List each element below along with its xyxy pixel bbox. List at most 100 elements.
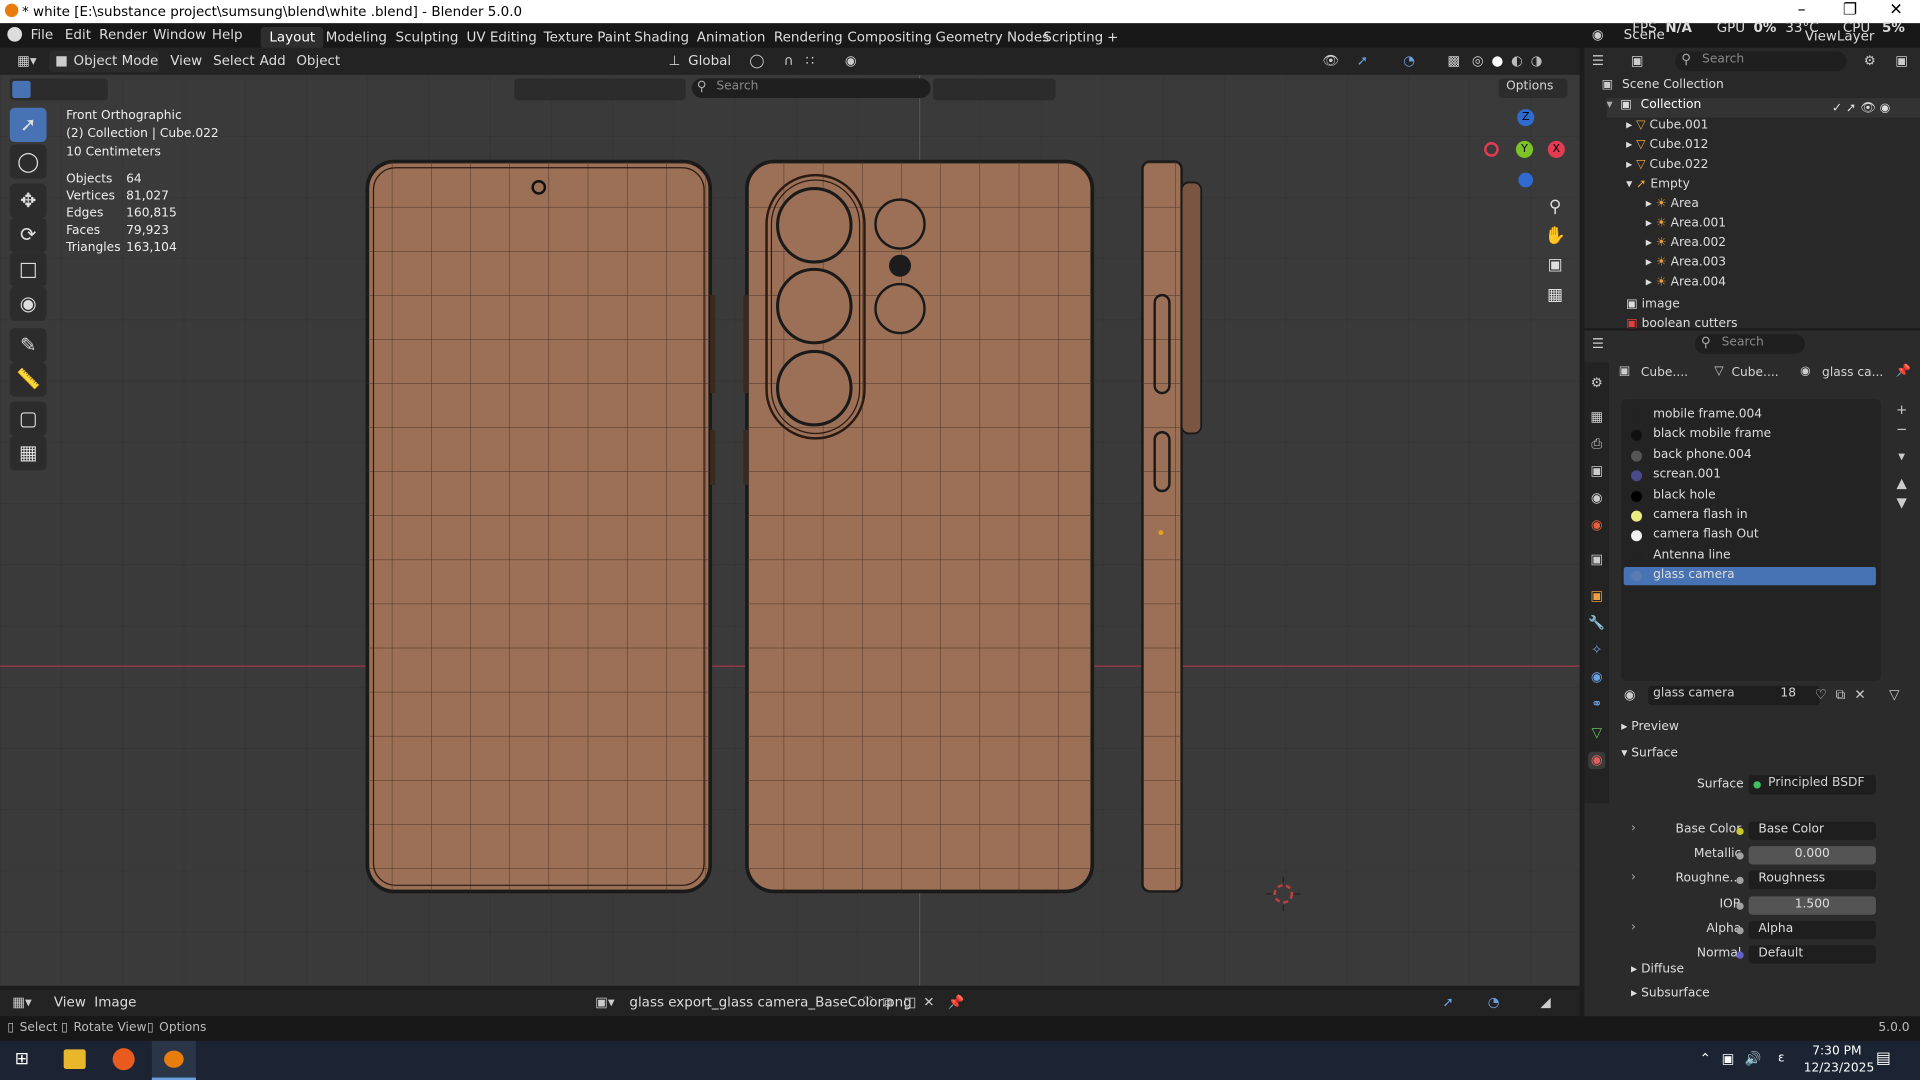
shading-material-icon[interactable]: ◐ — [1511, 53, 1523, 69]
cursor-tool-icon[interactable]: ◯ — [9, 144, 47, 179]
material-tab-icon[interactable]: ◉ — [1588, 751, 1606, 769]
material-name-field[interactable]: glass camera 18 — [1648, 685, 1820, 706]
visibility-eye-icon[interactable]: ✓ ➚ 👁 ◉ — [1832, 102, 1890, 115]
measure-tool-icon[interactable]: 📏 — [9, 362, 47, 397]
move-slot-up-icon[interactable]: ▲ — [1893, 475, 1910, 492]
move-slot-down-icon[interactable]: ▼ — [1893, 495, 1910, 512]
select-mode-group[interactable] — [9, 78, 108, 101]
transform-orientation[interactable]: Global — [688, 53, 731, 69]
pin-properties-icon[interactable]: 📌 — [1896, 365, 1911, 378]
tab-sculpting[interactable]: Sculpting — [387, 27, 467, 49]
tab-modeling[interactable]: Modeling — [317, 27, 395, 49]
image-gizmo-icon[interactable]: ➚ — [1442, 994, 1453, 1010]
xray-icon[interactable]: ▩ — [1447, 53, 1460, 69]
surface-shader-field[interactable]: Principled BSDF — [1748, 775, 1876, 795]
pivot-icon[interactable]: ◯ — [749, 53, 764, 69]
gizmo-x-axis[interactable]: X — [1547, 140, 1565, 158]
snap-icon[interactable]: ∩ — [784, 53, 794, 69]
tab-uv-editing[interactable]: UV Editing — [458, 27, 545, 49]
material-slot[interactable]: camera flash in — [1624, 507, 1876, 525]
scene-collection-row[interactable]: ▣ Scene Collection — [1602, 78, 1920, 98]
gizmo-y-axis[interactable]: Y — [1515, 140, 1534, 158]
material-slot[interactable]: screan.001 — [1624, 467, 1876, 485]
ortho-toggle-icon[interactable]: ▦ — [1543, 285, 1567, 309]
visibility-icon[interactable]: 👁 — [1322, 53, 1339, 69]
select-menu[interactable]: Select — [213, 53, 255, 69]
firefox-icon[interactable] — [112, 1048, 135, 1071]
scene-tab-icon[interactable]: ◉ — [1588, 490, 1605, 507]
image-overlay-icon[interactable]: ◔ — [1488, 994, 1500, 1010]
gizmo-neg-x[interactable] — [1484, 142, 1499, 157]
clock-time[interactable]: 7:30 PM — [1812, 1044, 1861, 1057]
unlink-image-icon[interactable]: ✕ — [923, 994, 934, 1010]
viewport-filter-group-2[interactable] — [933, 78, 1056, 101]
image-menu[interactable]: Image — [94, 994, 136, 1010]
expand-input-icon[interactable]: › — [1631, 921, 1636, 934]
windows-start-icon[interactable]: ⊞ — [15, 1051, 32, 1068]
overlay-toggle-icon[interactable]: ◔ — [1403, 53, 1415, 69]
render-tab-icon[interactable]: ▦ — [1588, 409, 1605, 426]
select-box-icon[interactable] — [12, 80, 31, 98]
file-explorer-icon[interactable] — [63, 1049, 86, 1069]
view-layer-tab-icon[interactable]: ▣ — [1588, 463, 1605, 480]
shading-solid-icon[interactable]: ● — [1491, 53, 1503, 69]
minimize-button[interactable]: – — [1798, 1, 1806, 19]
options-button[interactable]: Options — [1498, 78, 1568, 98]
material-browse-icon[interactable]: ◉ — [1621, 687, 1638, 704]
editor-type-icon[interactable]: ▦▾ — [17, 53, 36, 69]
image-view-menu[interactable]: View — [54, 994, 86, 1010]
select-tool-icon[interactable]: ➚ — [9, 107, 47, 143]
material-fake-user-icon[interactable]: ♡ — [1812, 687, 1829, 704]
particles-tab-icon[interactable]: ✧ — [1588, 642, 1605, 659]
maximize-button[interactable]: ❐ — [1843, 1, 1857, 19]
shader-input-link-field[interactable]: Base Color — [1736, 821, 1876, 841]
annotate-tool-icon[interactable]: ✎ — [9, 328, 47, 363]
menu-help[interactable]: Help — [212, 27, 243, 43]
data-tab-icon[interactable]: ▽ — [1588, 725, 1605, 742]
material-slot[interactable]: mobile frame.004 — [1624, 407, 1876, 425]
expand-input-icon[interactable]: › — [1631, 822, 1636, 835]
shading-rendered-icon[interactable]: ◑ — [1531, 53, 1543, 69]
material-slot[interactable]: back phone.004 — [1624, 447, 1876, 465]
blender-menu-icon[interactable] — [7, 26, 23, 42]
shader-input-link-field[interactable]: Roughness — [1736, 870, 1876, 889]
navigation-gizmo[interactable]: Z Y X — [1476, 108, 1574, 195]
material-unlink-icon[interactable]: ✕ — [1851, 687, 1868, 704]
menu-render[interactable]: Render — [99, 27, 147, 43]
image-tool-icon[interactable]: ▦ — [9, 435, 47, 471]
shader-input-link-field[interactable]: Default — [1736, 945, 1876, 964]
slot-menu-icon[interactable]: ▾ — [1893, 448, 1910, 465]
volume-icon[interactable]: 🔊 — [1745, 1051, 1762, 1067]
shading-wireframe-icon[interactable]: ◎ — [1472, 53, 1484, 69]
rotate-tool-icon[interactable]: ⟳ — [9, 217, 47, 253]
material-slot[interactable]: glass camera — [1623, 567, 1876, 586]
remove-slot-icon[interactable]: − — [1893, 421, 1910, 438]
open-image-icon[interactable]: ◫ — [904, 994, 917, 1010]
tool-tab-icon[interactable]: ⚙ — [1588, 375, 1605, 392]
tab-compositing[interactable]: Compositing — [839, 27, 941, 49]
new-image-icon[interactable]: ⧉ — [883, 994, 893, 1011]
viewport-search-box[interactable]: ⚲ Search — [691, 78, 931, 98]
new-collection-icon[interactable]: ▣ — [1893, 53, 1910, 70]
outliner-filter-icon[interactable]: ⚙ — [1861, 53, 1878, 70]
snap-target-icon[interactable]: ∷ — [806, 53, 815, 69]
transform-tool-icon[interactable]: ◉ — [9, 286, 47, 321]
pin-icon[interactable]: 📌 — [948, 994, 965, 1010]
material-slot[interactable]: black mobile frame — [1624, 427, 1876, 445]
image-browse-icon[interactable]: ▣▾ — [595, 994, 614, 1010]
object-menu[interactable]: Object — [296, 53, 340, 69]
image-display-icon[interactable]: ◢ — [1540, 994, 1550, 1010]
shader-input-number-field[interactable]: 0.000 — [1736, 846, 1876, 865]
move-tool-icon[interactable]: ✥ — [9, 183, 47, 218]
tab-layout[interactable]: Layout — [260, 26, 324, 49]
material-slot[interactable]: black hole — [1624, 487, 1876, 505]
modifier-tab-icon[interactable]: 🔧 — [1588, 615, 1605, 632]
object-tab-icon[interactable]: ▣ — [1588, 588, 1605, 605]
gizmo-neg-z[interactable] — [1518, 172, 1534, 188]
zoom-icon[interactable]: ⚲ — [1543, 197, 1567, 221]
physics-tab-icon[interactable]: ◉ — [1588, 669, 1605, 686]
view-layer-name[interactable]: ViewLayer — [1805, 28, 1875, 44]
properties-search[interactable]: ⚲ Search — [1694, 334, 1805, 354]
image-editor-type-icon[interactable]: ▦▾ — [12, 994, 31, 1010]
proportional-edit-icon[interactable]: ◉ — [845, 53, 857, 69]
